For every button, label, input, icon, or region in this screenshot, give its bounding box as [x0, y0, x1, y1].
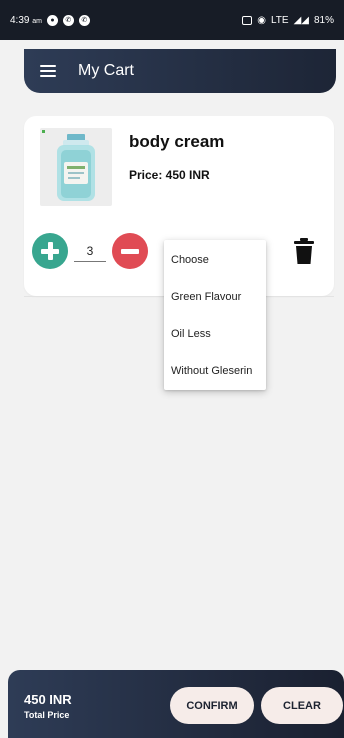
quantity-input[interactable]	[74, 240, 106, 262]
product-name: body cream	[129, 132, 225, 151]
network-label: LTE	[270, 14, 289, 26]
variant-dropdown-menu: Choose Green Flavour Oil Less Without Gl…	[164, 240, 266, 390]
total-price-value: 450 INR	[24, 692, 72, 707]
status-right: ◉ LTE ◢◢ 81%	[242, 15, 334, 26]
phone-icon: ✆	[78, 14, 90, 26]
increase-quantity-button[interactable]	[32, 233, 68, 269]
page-title: My Cart	[78, 62, 134, 79]
trash-icon[interactable]	[294, 238, 314, 264]
whatsapp-icon: ✆	[62, 14, 74, 26]
app-bar: My Cart	[24, 49, 336, 93]
product-image	[40, 128, 112, 206]
clear-button[interactable]: CLEAR	[261, 687, 343, 724]
dropdown-option-without-gleserin[interactable]: Without Gleserin	[164, 353, 266, 390]
dropdown-option-choose[interactable]: Choose	[164, 242, 266, 279]
confirm-button[interactable]: CONFIRM	[170, 687, 254, 724]
total-price-label: Total Price	[24, 710, 70, 720]
decrease-quantity-button[interactable]	[112, 233, 148, 269]
screenshot-icon	[242, 15, 253, 25]
minus-icon	[121, 248, 139, 254]
product-price: Price: 450 INR	[129, 168, 210, 182]
app-notification-icon: ●	[46, 14, 58, 26]
status-left: 4:39 am ● ✆ ✆	[10, 14, 90, 26]
hotspot-icon: ◉	[257, 14, 266, 26]
battery-level: 81%	[313, 14, 334, 26]
status-time: 4:39 am	[10, 14, 42, 26]
hamburger-menu-icon[interactable]	[40, 65, 56, 77]
signal-icon: ◢◢	[293, 14, 309, 26]
dropdown-option-green-flavour[interactable]: Green Flavour	[164, 279, 266, 316]
dropdown-option-oil-less[interactable]: Oil Less	[164, 316, 266, 353]
plus-icon-vertical	[47, 242, 53, 260]
bottom-checkout-bar: 450 INR Total Price CONFIRM CLEAR	[8, 670, 344, 738]
product-bottle-image	[40, 128, 112, 206]
status-bar: 4:39 am ● ✆ ✆ ◉ LTE ◢◢ 81%	[0, 0, 344, 40]
